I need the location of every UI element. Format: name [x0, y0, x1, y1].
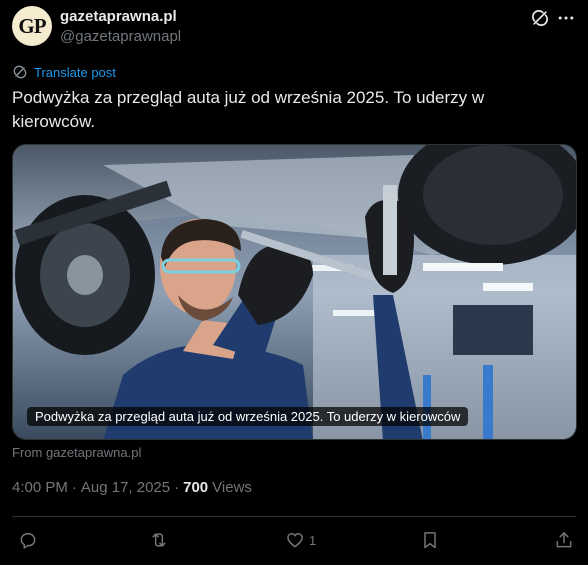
- translate-label: Translate post: [34, 64, 116, 80]
- translate-icon: [13, 65, 27, 79]
- post-time[interactable]: 4:00 PM: [12, 479, 68, 496]
- mechanic-photo: [13, 145, 576, 439]
- like-count: 1: [309, 532, 317, 548]
- link-card-caption: Podwyżka za przegląd auta już od wrześni…: [27, 407, 469, 426]
- author-handle[interactable]: @gazetaprawnapl: [60, 28, 181, 45]
- views-label: Views: [212, 479, 252, 496]
- post-meta: 4:00 PM · Aug 17, 2025 · 700 Views: [12, 479, 252, 496]
- post-date[interactable]: Aug 17, 2025: [81, 479, 170, 496]
- repost-icon: [152, 533, 166, 547]
- translate-post-link[interactable]: Translate post: [12, 63, 116, 81]
- grok-icon[interactable]: [530, 8, 550, 28]
- action-bar: 1: [0, 528, 588, 554]
- views-count: 700: [183, 479, 209, 496]
- share-icon: [556, 532, 572, 548]
- bookmark-icon: [424, 532, 436, 549]
- author-name[interactable]: gazetaprawna.pl: [60, 8, 177, 25]
- link-card-image[interactable]: Podwyżka za przegląd auta już od wrześni…: [12, 144, 577, 440]
- avatar[interactable]: GP: [12, 6, 52, 46]
- post-header: GP gazetaprawna.pl @gazetaprawnapl: [12, 6, 576, 46]
- link-source[interactable]: From gazetaprawna.pl: [12, 445, 141, 460]
- share-button[interactable]: [554, 528, 574, 552]
- meta-separator: ·: [71, 479, 77, 496]
- post-text: Podwyżka za przegląd auta już od wrześni…: [12, 88, 485, 131]
- like-button[interactable]: 1: [285, 528, 316, 552]
- bookmark-button[interactable]: [420, 528, 440, 552]
- reply-icon: [20, 533, 36, 549]
- repost-button[interactable]: [149, 528, 169, 552]
- divider: [12, 516, 576, 517]
- like-icon: [287, 533, 303, 548]
- more-icon[interactable]: [556, 8, 576, 28]
- meta-separator: ·: [174, 479, 180, 496]
- reply-button[interactable]: [18, 528, 38, 552]
